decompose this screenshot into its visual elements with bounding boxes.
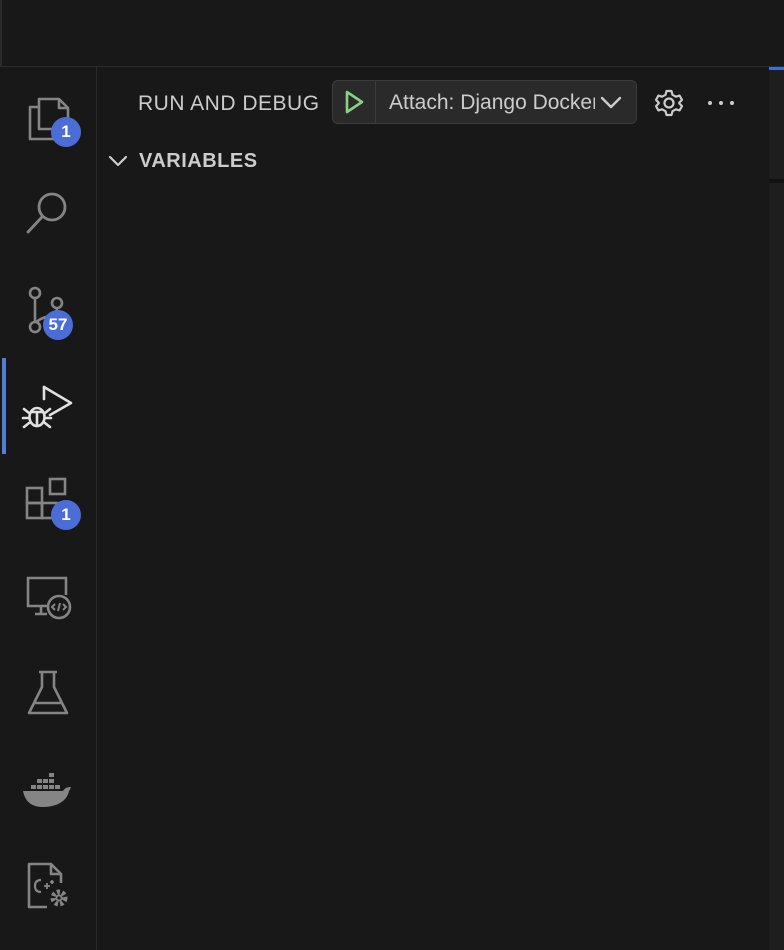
cpp-config-icon [27,862,68,909]
activity-item-extensions[interactable]: 1 [0,454,96,550]
source-control-badge: 57 [43,310,73,340]
activity-item-remote-explorer[interactable] [0,550,96,646]
activity-item-explorer[interactable]: 1 [0,70,96,166]
play-icon [345,90,364,114]
sidebar-title: RUN AND DEBUG [138,92,320,115]
ellipsis-icon[interactable] [706,92,736,114]
variables-section-header[interactable]: VARIABLES [107,147,258,175]
remote-explorer-icon [26,576,72,620]
activity-item-cpp-config[interactable] [0,838,96,934]
gear-icon[interactable] [654,88,684,118]
explorer-badge: 1 [51,117,81,147]
run-debug-icon [21,385,73,429]
debug-configuration-select[interactable]: Attach: Django Docker [332,80,637,124]
active-indicator [2,358,6,454]
extensions-badge: 1 [51,500,81,530]
activity-item-search[interactable] [0,166,96,262]
activity-item-run-debug[interactable] [0,358,96,454]
activity-item-testing[interactable] [0,646,96,742]
chevron-down-icon [600,96,622,109]
activity-item-source-control[interactable]: 57 [0,262,96,358]
activity-bar: 1 57 1 [0,67,97,950]
run-debug-sidebar: RUN AND DEBUG Attach: Django Docker VARI… [97,67,769,950]
window-edge [0,0,2,66]
activity-item-docker[interactable] [0,742,96,838]
configuration-label: Attach: Django Docker [389,91,595,114]
docker-icon [23,773,71,807]
start-debugging-button[interactable] [333,81,376,123]
editor-tab-shadow [769,179,784,183]
variables-section-title: VARIABLES [139,149,258,172]
flask-icon [27,670,69,715]
title-bar [0,0,784,67]
editor-tab-indicator [769,67,784,70]
search-icon [26,192,67,234]
editor-edge [769,67,784,950]
chevron-down-icon [108,155,128,167]
